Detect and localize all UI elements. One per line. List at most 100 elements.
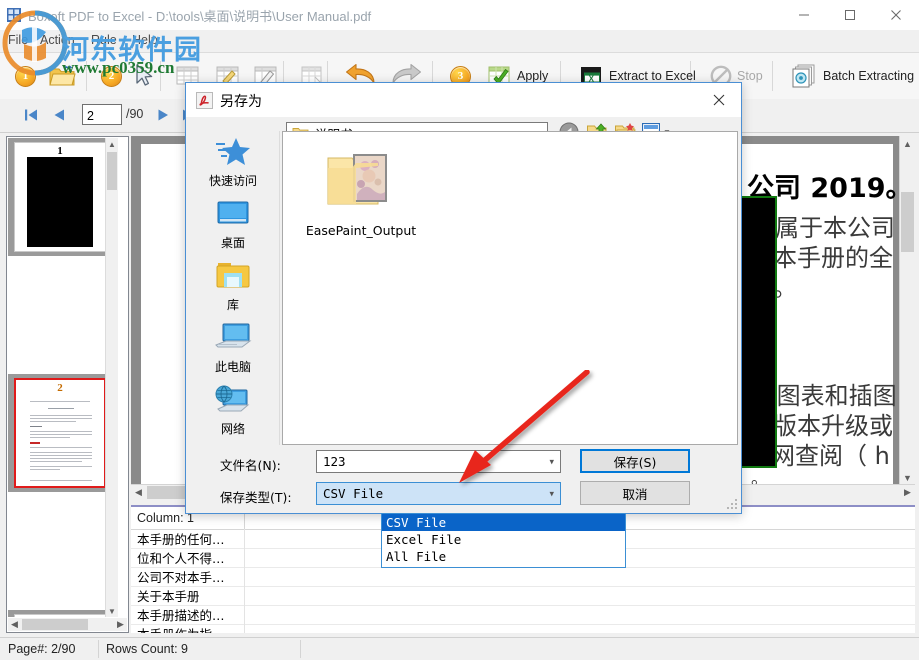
grid-cell[interactable]: 本手册作为指… xyxy=(131,624,245,633)
grid-cell[interactable] xyxy=(245,624,915,633)
folder-with-thumbnail-icon xyxy=(323,150,399,216)
file-name: EasePaint_Output xyxy=(301,223,421,238)
first-page-icon xyxy=(23,108,39,122)
place-library[interactable]: 库 xyxy=(187,259,279,321)
place-label: 网络 xyxy=(221,420,245,437)
place-this-pc[interactable]: 此电脑 xyxy=(187,321,279,383)
thumbnail-vertical-scrollbar[interactable]: ▲ ▼ xyxy=(105,138,118,617)
thumbnail-page-3[interactable]: 3 xyxy=(8,610,112,617)
grid-cell[interactable] xyxy=(245,567,915,586)
table-row[interactable]: 关于本手册 xyxy=(131,586,915,606)
window-controls xyxy=(781,0,919,30)
thumbnail-page-surface: 1 xyxy=(14,142,106,252)
file-name-combo[interactable]: 123 ▾ xyxy=(316,450,561,473)
first-page-button[interactable] xyxy=(20,105,42,125)
scrollbar-thumb[interactable] xyxy=(107,152,117,190)
scrollbar-thumb[interactable] xyxy=(901,192,914,252)
thumbnail-page-2[interactable]: 2 xyxy=(8,374,112,492)
dropdown-option-excel[interactable]: Excel File xyxy=(382,531,625,548)
place-label: 库 xyxy=(227,296,239,313)
grid-cell[interactable]: 位和个人不得… xyxy=(131,548,245,567)
close-button[interactable] xyxy=(873,0,919,30)
chevron-up-icon[interactable]: ▲ xyxy=(900,136,915,151)
apply-label: Apply xyxy=(517,69,548,83)
grid-cell[interactable]: 本手册的任何… xyxy=(131,529,245,548)
next-page-button[interactable] xyxy=(152,105,174,125)
cancel-button[interactable]: 取消 xyxy=(580,481,690,505)
batch-extracting-label: Batch Extracting xyxy=(823,69,914,83)
maximize-button[interactable] xyxy=(827,0,873,30)
file-list[interactable]: EasePaint_Output xyxy=(282,131,738,445)
grid-cell[interactable]: 公司不对本手… xyxy=(131,567,245,586)
place-network[interactable]: 网络 xyxy=(187,383,279,445)
total-pages-label: /90 xyxy=(126,107,143,121)
library-folder-icon xyxy=(212,259,254,293)
menu-item-help[interactable]: Help xyxy=(132,33,158,47)
chevron-down-icon[interactable]: ▼ xyxy=(900,470,915,485)
next-page-icon xyxy=(156,108,170,122)
select-tool-button[interactable] xyxy=(130,57,158,95)
menu-item-action[interactable]: Action xyxy=(40,33,75,47)
table-row[interactable]: 本手册描述的… xyxy=(131,605,915,625)
extract-to-excel-label: Extract to Excel xyxy=(609,69,696,83)
minimize-button[interactable] xyxy=(781,0,827,30)
status-separator xyxy=(98,640,99,658)
places-bar: 快速访问 桌面 库 xyxy=(187,131,280,445)
status-rows-count: Rows Count: 9 xyxy=(106,642,188,656)
toolbar-separator xyxy=(160,61,161,91)
grid-cell[interactable]: 本手册描述的… xyxy=(131,605,245,624)
desktop-monitor-icon xyxy=(212,197,254,231)
thumbnail-page-1[interactable]: 1 xyxy=(8,138,112,256)
place-desktop[interactable]: 桌面 xyxy=(187,197,279,259)
grid-cell[interactable]: 关于本手册 xyxy=(131,586,245,605)
save-as-dialog: 另存为 保存在(I): 说明书 ▾ xyxy=(185,82,742,514)
file-type-value[interactable]: CSV File xyxy=(317,486,383,501)
open-file-button[interactable] xyxy=(45,57,79,95)
pdf-icon xyxy=(196,92,213,109)
chevron-right-icon[interactable]: ▶ xyxy=(900,485,915,500)
table-row[interactable]: 本手册作为指… xyxy=(131,624,915,633)
menu-item-file[interactable]: File xyxy=(8,33,28,47)
file-type-combo[interactable]: CSV File ▾ xyxy=(316,482,561,505)
list-item[interactable]: EasePaint_Output xyxy=(301,150,421,238)
scrollbar-thumb[interactable] xyxy=(22,619,88,630)
place-quick-access[interactable]: 快速访问 xyxy=(187,135,279,197)
current-page-input[interactable] xyxy=(82,104,122,125)
place-label: 快速访问 xyxy=(209,172,257,189)
thumbnail-horizontal-scrollbar[interactable]: ◀ ▶ xyxy=(8,618,127,631)
menu-item-rule[interactable]: Rule xyxy=(91,33,117,47)
thumbnail-list: 1 2 xyxy=(8,138,112,617)
file-name-value[interactable]: 123 xyxy=(317,454,346,469)
save-button[interactable]: 保存(S) xyxy=(580,449,690,473)
table-row[interactable]: 公司不对本手… xyxy=(131,567,915,587)
document-vertical-scrollbar[interactable]: ▲ ▼ xyxy=(899,136,915,485)
status-separator xyxy=(300,640,301,658)
thumbnail-pane[interactable]: 1 2 xyxy=(6,136,129,633)
thumbnail-page-surface: 2 xyxy=(14,378,106,488)
prev-page-button[interactable] xyxy=(48,105,70,125)
batch-extracting-button[interactable]: Batch Extracting xyxy=(788,57,917,95)
dialog-close-button[interactable] xyxy=(697,83,741,117)
grid-cell[interactable] xyxy=(245,605,915,624)
chevron-right-icon[interactable]: ▶ xyxy=(114,618,127,631)
grid-cell[interactable] xyxy=(245,586,915,605)
file-name-label: 文件名(N): xyxy=(220,455,281,474)
chevron-down-icon[interactable]: ▾ xyxy=(549,456,554,467)
toolbar-separator xyxy=(772,61,773,91)
dropdown-option-csv[interactable]: CSV File xyxy=(382,514,625,531)
resize-grip[interactable] xyxy=(726,498,738,510)
chevron-down-icon[interactable]: ▼ xyxy=(106,605,118,617)
chevron-down-icon[interactable]: ▾ xyxy=(549,488,554,499)
thumbnail-number: 2 xyxy=(16,382,104,394)
chevron-up-icon[interactable]: ▲ xyxy=(106,138,118,150)
status-bar: Page#: 2/90 Rows Count: 9 xyxy=(0,637,919,660)
file-type-dropdown-list[interactable]: CSV File Excel File All File xyxy=(381,513,626,568)
dropdown-option-all[interactable]: All File xyxy=(382,548,625,565)
menu-bar: File Action Rule Help xyxy=(0,30,919,52)
application-window: Boxoft PDF to Excel - D:\tools\桌面\说明书\Us… xyxy=(0,0,919,660)
title-bar: Boxoft PDF to Excel - D:\tools\桌面\说明书\Us… xyxy=(0,0,919,31)
chevron-left-icon[interactable]: ◀ xyxy=(131,485,146,500)
step-2-badge: 2 xyxy=(98,57,125,95)
batch-icon xyxy=(791,63,819,89)
chevron-left-icon[interactable]: ◀ xyxy=(8,618,21,631)
